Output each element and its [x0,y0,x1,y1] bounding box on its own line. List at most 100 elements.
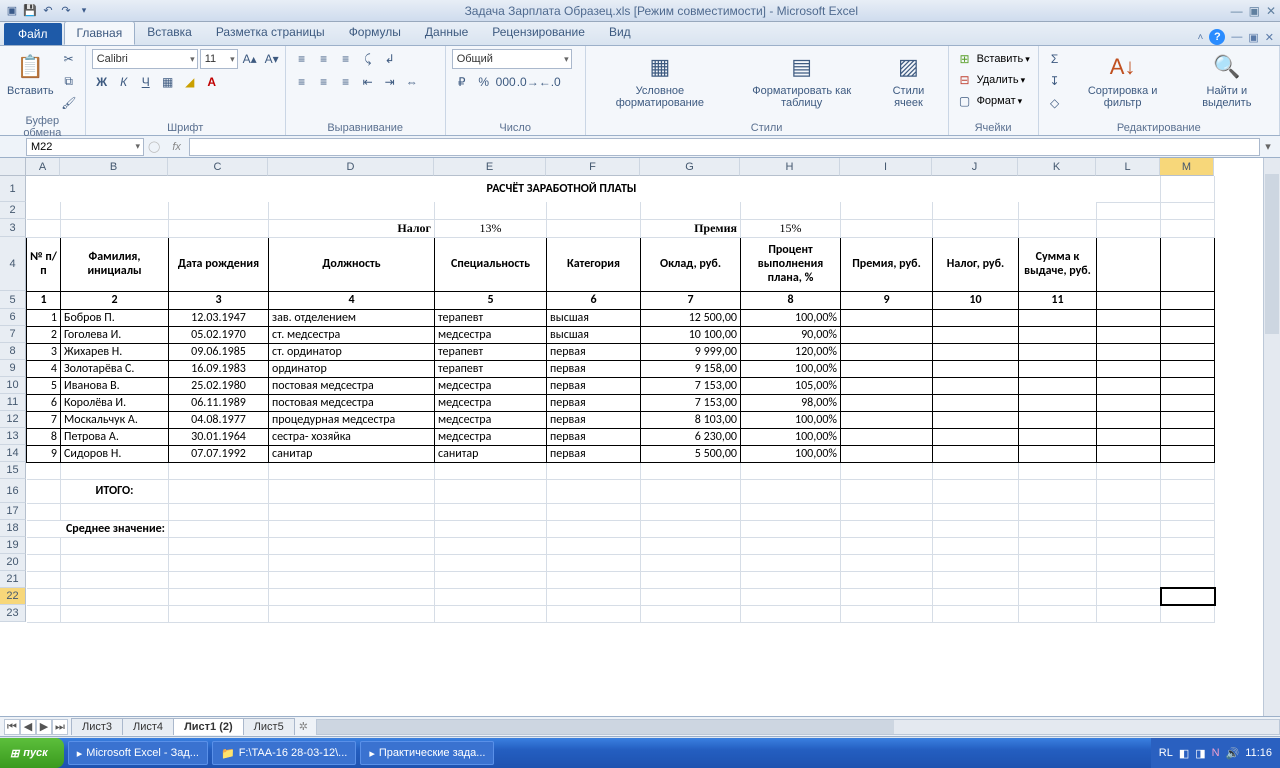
next-sheet-icon[interactable]: ▶ [36,719,52,735]
percent-icon[interactable]: % [474,72,494,92]
clock[interactable]: 11:16 [1245,747,1272,759]
col-header-G[interactable]: G [640,158,740,176]
bold-button[interactable]: Ж [92,72,112,92]
formula-input[interactable] [189,138,1260,156]
row-header-17[interactable]: 17 [0,503,26,520]
row-header-11[interactable]: 11 [0,394,26,411]
tray-icon[interactable]: ◨ [1195,747,1205,760]
qat-more-icon[interactable]: ▾ [76,3,92,19]
row-header-5[interactable]: 5 [0,291,26,309]
align-top-icon[interactable]: ≡ [292,49,312,69]
doc-close-icon[interactable]: ✕ [1265,31,1274,44]
font-size-combo[interactable]: 11 [200,49,238,69]
col-header-I[interactable]: I [840,158,932,176]
grow-font-icon[interactable]: A▴ [240,49,260,69]
paste-button[interactable]: 📋 Вставить [6,49,55,99]
tray-icon[interactable]: 🔊 [1226,747,1240,760]
ribbon-tab-вид[interactable]: Вид [597,21,643,45]
row-header-18[interactable]: 18 [0,520,26,537]
clear-icon[interactable]: ◇ [1045,93,1065,113]
ribbon-tab-формулы[interactable]: Формулы [337,21,413,45]
row-headers[interactable]: 1234567891011121314151617181920212223 [0,176,26,623]
row-header-1[interactable]: 1 [0,176,26,202]
copy-icon[interactable]: ⧉ [59,71,79,91]
decr-decimal-icon[interactable]: ←.0 [540,72,560,92]
file-tab[interactable]: Файл [4,23,62,45]
merge-center-icon[interactable]: ⇔ [402,72,422,92]
col-header-E[interactable]: E [434,158,546,176]
close-icon[interactable]: ✕ [1266,4,1276,18]
format-painter-icon[interactable]: 🖌 [59,93,79,113]
select-all-corner[interactable] [0,158,26,176]
col-header-C[interactable]: C [168,158,268,176]
row-header-9[interactable]: 9 [0,360,26,377]
taskbar-button[interactable]: ▸Практические зада... [360,741,494,765]
col-header-L[interactable]: L [1096,158,1160,176]
align-right-icon[interactable]: ≡ [336,72,356,92]
row-header-19[interactable]: 19 [0,537,26,554]
last-sheet-icon[interactable]: ⏭ [52,719,68,735]
insert-cells-button[interactable]: ⊞Вставить▾ [955,49,1030,69]
cut-icon[interactable]: ✂ [59,49,79,69]
lang-indicator[interactable]: RL [1159,747,1173,759]
font-name-combo[interactable]: Calibri [92,49,198,69]
align-middle-icon[interactable]: ≡ [314,49,334,69]
taskbar-button[interactable]: ▸Microsoft Excel - Зад... [68,741,208,765]
col-header-F[interactable]: F [546,158,640,176]
undo-icon[interactable]: ↶ [40,3,56,19]
col-header-M[interactable]: M [1160,158,1214,176]
ribbon-tab-разметка страницы[interactable]: Разметка страницы [204,21,337,45]
align-center-icon[interactable]: ≡ [314,72,334,92]
tray-icon[interactable]: ◧ [1179,747,1189,760]
sheet-tab[interactable]: Лист5 [243,718,295,735]
conditional-format-button[interactable]: ▦Условное форматирование [592,49,728,111]
incr-indent-icon[interactable]: ⇥ [380,72,400,92]
decr-indent-icon[interactable]: ⇤ [358,72,378,92]
start-button[interactable]: ⊞ пуск [0,738,64,768]
font-color-icon[interactable]: A [202,72,222,92]
doc-restore-icon[interactable]: ▣ [1248,31,1258,44]
cell-styles-button[interactable]: ▨Стили ячеек [875,49,941,111]
sheet-tab[interactable]: Лист1 (2) [173,718,244,735]
row-header-10[interactable]: 10 [0,377,26,394]
system-tray[interactable]: RL ◧ ◨ N 🔊 11:16 [1151,738,1280,768]
expand-formula-icon[interactable]: ▾ [1260,140,1276,153]
col-header-J[interactable]: J [932,158,1018,176]
fx-icon[interactable]: fx [172,141,181,153]
row-header-6[interactable]: 6 [0,309,26,326]
minimize-icon[interactable]: ― [1231,4,1243,18]
row-header-20[interactable]: 20 [0,554,26,571]
row-header-7[interactable]: 7 [0,326,26,343]
row-header-15[interactable]: 15 [0,462,26,479]
ribbon-tab-данные[interactable]: Данные [413,21,480,45]
col-header-B[interactable]: B [60,158,168,176]
ribbon-minimize-icon[interactable]: ˄ [1198,32,1204,43]
name-box[interactable]: M22 [26,138,144,156]
delete-cells-button[interactable]: ⊟Удалить▾ [955,70,1026,90]
ribbon-tab-главная[interactable]: Главная [64,21,136,45]
sheet-nav-arrows[interactable]: ⏮ ◀ ▶ ⏭ [4,719,68,735]
sort-filter-button[interactable]: A↓Сортировка и фильтр [1069,49,1177,111]
row-header-8[interactable]: 8 [0,343,26,360]
format-cells-button[interactable]: ▢Формат▾ [955,91,1023,111]
column-headers[interactable]: ABCDEFGHIJKLM [26,158,1214,176]
prev-sheet-icon[interactable]: ◀ [20,719,36,735]
row-header-4[interactable]: 4 [0,237,26,291]
comma-icon[interactable]: 000 [496,72,516,92]
cells-grid[interactable]: РАСЧЁТ ЗАРАБОТНОЙ ПЛАТЫНалог13%Премия15%… [26,176,1215,623]
help-icon[interactable]: ? [1209,29,1225,45]
first-sheet-icon[interactable]: ⏮ [4,719,20,735]
sheet-tab[interactable]: Лист3 [71,718,123,735]
save-icon[interactable]: 💾 [22,3,38,19]
italic-button[interactable]: К [114,72,134,92]
horizontal-scrollbar[interactable] [316,719,1280,735]
format-as-table-button[interactable]: ▤Форматировать как таблицу [732,49,871,111]
row-header-14[interactable]: 14 [0,445,26,462]
row-header-12[interactable]: 12 [0,411,26,428]
row-header-13[interactable]: 13 [0,428,26,445]
col-header-K[interactable]: K [1018,158,1096,176]
fill-icon[interactable]: ↧ [1045,71,1065,91]
underline-button[interactable]: Ч [136,72,156,92]
sheet-tab[interactable]: Лист4 [122,718,174,735]
col-header-H[interactable]: H [740,158,840,176]
